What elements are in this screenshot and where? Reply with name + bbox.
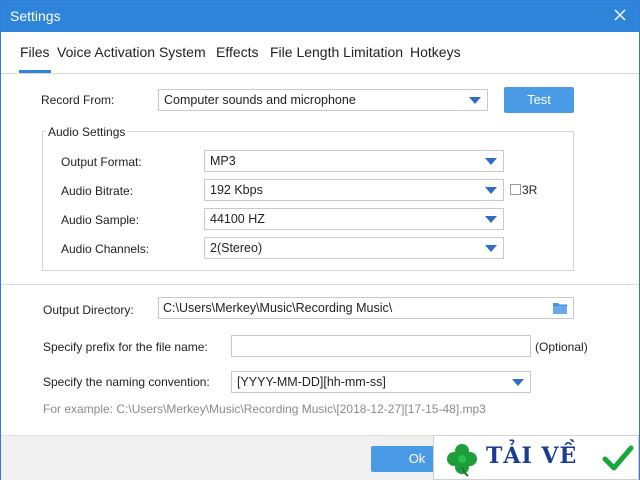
audio-bitrate-value: 192 Kbps: [210, 183, 263, 197]
optional-label: (Optional): [535, 340, 588, 354]
section-divider: [1, 284, 639, 285]
prefix-input[interactable]: [231, 335, 531, 357]
output-format-value: MP3: [210, 154, 236, 168]
clover-icon: [447, 444, 477, 477]
record-from-select[interactable]: Computer sounds and microphone: [158, 89, 488, 111]
audio-sample-label: Audio Sample:: [61, 213, 140, 227]
output-format-select[interactable]: MP3: [204, 150, 504, 172]
audio-sample-value: 44100 HZ: [210, 212, 265, 226]
naming-convention-select[interactable]: [YYYY-MM-DD][hh-mm-ss]: [231, 371, 531, 393]
chevron-down-icon: [469, 97, 481, 104]
vbr-label: 3R: [522, 183, 538, 197]
output-directory-field[interactable]: C:\Users\Merkey\Music\Recording Music\: [158, 297, 574, 319]
record-from-label: Record From:: [41, 93, 115, 107]
settings-window: Settings Files Voice Activation System E…: [0, 0, 640, 480]
window-title: Settings: [10, 8, 61, 24]
title-bar: Settings: [1, 1, 639, 32]
test-button[interactable]: Test: [504, 87, 574, 113]
chevron-down-icon: [485, 158, 497, 165]
audio-settings-title: Audio Settings: [46, 125, 128, 139]
output-directory-value: C:\Users\Merkey\Music\Recording Music\: [163, 301, 393, 315]
example-path-text: For example: C:\Users\Merkey\Music\Recor…: [43, 402, 486, 416]
tab-effects[interactable]: Effects: [216, 44, 259, 60]
naming-convention-label: Specify the naming convention:: [43, 375, 210, 389]
record-from-value: Computer sounds and microphone: [164, 93, 356, 107]
audio-channels-label: Audio Channels:: [61, 242, 150, 256]
close-icon[interactable]: [611, 6, 629, 24]
folder-icon[interactable]: [552, 301, 568, 315]
tab-bar: Files Voice Activation System Effects Fi…: [1, 32, 639, 74]
watermark-logo: TẢI VỀ: [433, 435, 639, 480]
watermark-text: TẢI VỀ: [486, 443, 578, 469]
checkmark-icon: [602, 445, 634, 471]
audio-channels-select[interactable]: 2(Stereo): [204, 237, 504, 259]
chevron-down-icon: [485, 245, 497, 252]
audio-bitrate-select[interactable]: 192 Kbps: [204, 179, 504, 201]
audio-sample-select[interactable]: 44100 HZ: [204, 208, 504, 230]
output-directory-label: Output Directory:: [43, 303, 134, 317]
chevron-down-icon: [485, 187, 497, 194]
tab-files[interactable]: Files: [19, 44, 51, 73]
vbr-checkbox[interactable]: [510, 184, 521, 195]
audio-channels-value: 2(Stereo): [210, 241, 263, 255]
chevron-down-icon: [512, 379, 524, 386]
tab-voice-activation-system[interactable]: Voice Activation System: [57, 44, 206, 60]
naming-convention-value: [YYYY-MM-DD][hh-mm-ss]: [237, 375, 386, 389]
chevron-down-icon: [485, 216, 497, 223]
tab-file-length-limitation[interactable]: File Length Limitation: [270, 44, 403, 60]
audio-bitrate-label: Audio Bitrate:: [61, 184, 134, 198]
tab-hotkeys[interactable]: Hotkeys: [410, 44, 461, 60]
prefix-label: Specify prefix for the file name:: [43, 340, 208, 354]
output-format-label: Output Format:: [61, 155, 142, 169]
